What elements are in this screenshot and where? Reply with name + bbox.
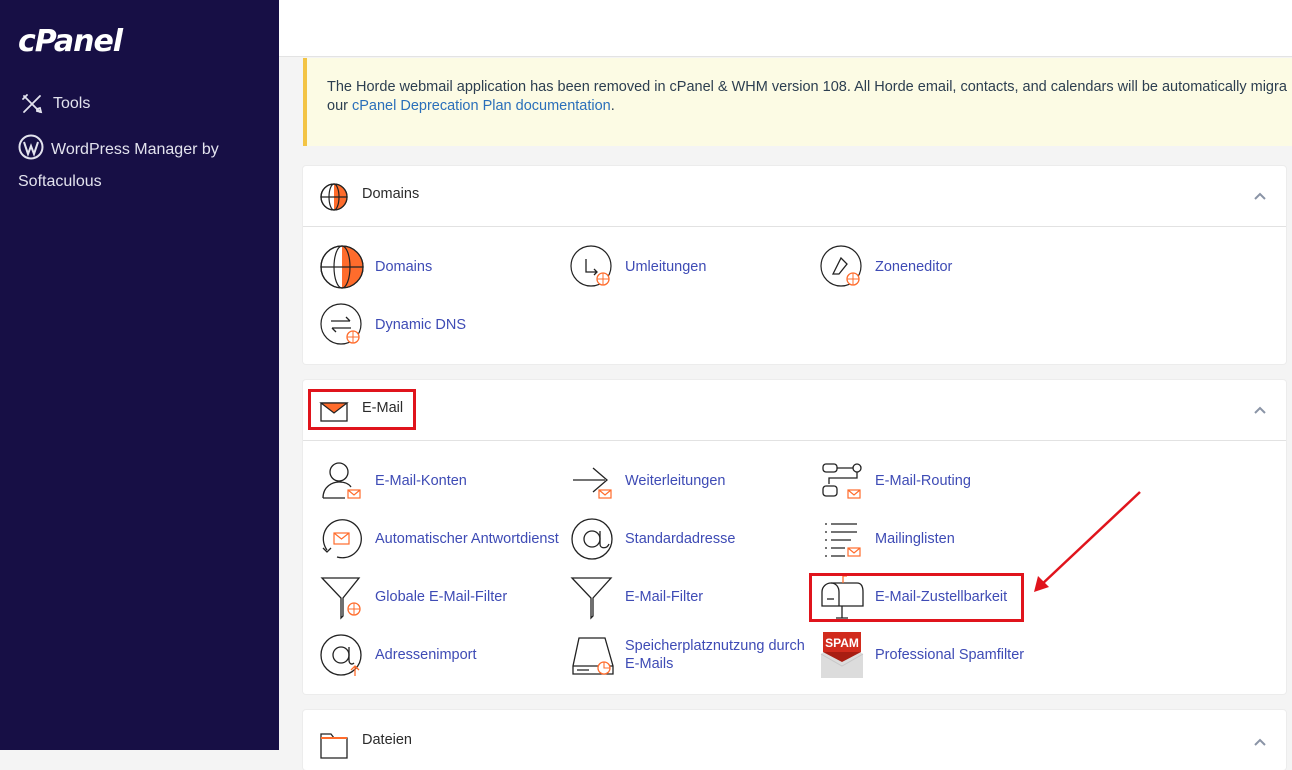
redirect-icon [570,245,612,287]
item-label: Mailinglisten [875,531,955,547]
dynamic-dns-icon [320,303,362,345]
files-panel: Dateien [303,710,1286,770]
sidebar-item-label: WordPress Manager by Softaculous [18,141,219,190]
item-label: Adressenimport [375,647,477,663]
wordpress-icon [18,134,44,160]
at-sign-icon [571,518,613,560]
address-importer-link[interactable]: Adressenimport [319,632,477,678]
cpanel-logo[interactable]: cPanel [18,24,123,59]
globe-icon [320,245,364,289]
professional-spam-filter-link[interactable]: SPAM Professional Spamfilter [819,632,1024,678]
forward-icon [573,467,612,499]
top-bar [279,0,1292,57]
domains-panel-header[interactable]: Domains [303,166,1286,227]
item-label: Automatischer Antwortdienst [375,531,559,547]
sidebar-item-tools[interactable]: Tools [20,88,90,120]
item-label: Standardadresse [625,531,736,547]
default-address-link[interactable]: Standardadresse [569,516,735,562]
list-icon [825,523,861,557]
item-label: Domains [375,259,433,275]
email-accounts-link[interactable]: E-Mail-Konten [319,458,467,504]
chevron-up-icon[interactable] [1252,188,1268,204]
notice-text-suffix: . [610,98,615,114]
item-label: Weiterleitungen [625,473,726,489]
global-email-filters-link[interactable]: Globale E-Mail-Filter [319,574,507,620]
notice-text: The Horde webmail application has been r… [327,79,1287,95]
zone-editor-link[interactable]: Zoneneditor [819,244,952,290]
tools-icon [22,94,43,114]
spam-icon: SPAM [820,632,864,678]
routing-icon [822,463,862,499]
notice-text-prefix: our [327,98,352,114]
domains-link[interactable]: Domains [319,244,432,290]
deprecation-notice: The Horde webmail application has been r… [303,58,1292,146]
globe-icon [320,183,348,211]
filter-icon [570,577,613,620]
email-filters-link[interactable]: E-Mail-Filter [569,574,703,620]
email-panel-header[interactable]: E-Mail [303,380,1286,441]
files-panel-header[interactable]: Dateien [303,710,1286,770]
item-label: Dynamic DNS [375,317,467,333]
item-label: E-Mail-Konten [375,473,467,489]
item-label: Globale E-Mail-Filter [375,589,508,605]
item-label: Speicherplatznutzung durch E-Mails [625,638,805,672]
panel-title: Domains [362,186,420,202]
chevron-up-icon[interactable] [1252,734,1268,750]
panel-title: Dateien [362,732,412,748]
highlight-box-email-header [308,389,416,430]
redirects-link[interactable]: Umleitungen [569,244,706,290]
chevron-up-icon[interactable] [1252,402,1268,418]
forwarders-link[interactable]: Weiterleitungen [569,458,726,504]
item-label: Zoneneditor [875,259,953,275]
deprecation-plan-link[interactable]: cPanel Deprecation Plan documentation [352,98,611,114]
item-label: Umleitungen [625,259,707,275]
item-label: Professional Spamfilter [875,647,1025,663]
sidebar-item-label: Tools [53,95,91,112]
sidebar: cPanel Tools WordPress Manager by Softac… [0,0,279,750]
mailing-lists-link[interactable]: Mailinglisten [819,516,955,562]
sidebar-item-wordpress[interactable]: WordPress Manager by Softaculous [18,134,258,198]
item-label: E-Mail-Filter [625,589,704,605]
at-import-icon [320,634,362,676]
autoresponders-link[interactable]: Automatischer Antwortdienst [319,516,559,562]
filter-icon [320,577,361,620]
autoresponder-icon [322,519,362,559]
dynamic-dns-link[interactable]: Dynamic DNS [319,302,466,348]
zone-editor-icon [820,245,862,287]
disk-usage-icon [572,637,614,675]
folder-icon [320,733,348,759]
spam-badge-text: SPAM [825,636,859,650]
email-routing-link[interactable]: E-Mail-Routing [819,458,971,504]
annotation-arrow-icon [1034,491,1141,592]
highlight-box-deliverability [809,573,1024,622]
email-disk-usage-link[interactable]: Speicherplatznutzung durch E-Mails [569,632,815,678]
item-label: E-Mail-Routing [875,473,971,489]
user-mail-icon [322,462,361,499]
